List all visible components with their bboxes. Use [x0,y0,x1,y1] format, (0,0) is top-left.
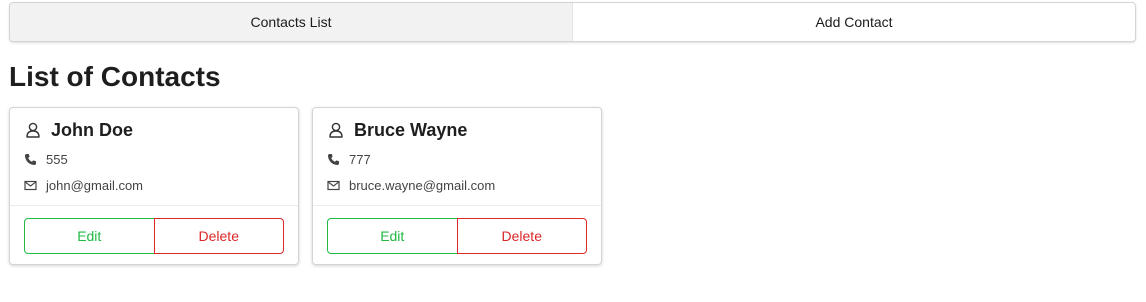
email-row: john@gmail.com [24,175,284,195]
phone-icon [24,153,37,166]
envelope-icon [24,179,37,192]
user-icon [327,121,345,139]
email-row: bruce.wayne@gmail.com [327,175,587,195]
page: Contacts List Add Contact List of Contac… [0,0,1146,302]
user-icon [24,121,42,139]
delete-button[interactable]: Delete [456,218,587,254]
contact-name: Bruce Wayne [354,119,468,140]
contact-phone: 555 [46,151,68,167]
tab-add-contact[interactable]: Add Contact [573,3,1135,41]
phone-row: 555 [24,149,284,169]
page-title: List of Contacts [9,61,221,92]
phone-icon [327,153,340,166]
delete-button[interactable]: Delete [153,218,284,254]
contact-phone: 777 [349,151,371,167]
contact-card-list: John Doe 555 john@gmail.com Edit Delete … [9,107,602,265]
card-content: Bruce Wayne 777 bruce.wayne@gmail.com [313,108,601,206]
contact-card: John Doe 555 john@gmail.com Edit Delete [9,107,299,265]
contact-card: Bruce Wayne 777 bruce.wayne@gmail.com Ed… [312,107,602,265]
contact-name: John Doe [51,119,134,140]
card-actions: Edit Delete [10,206,298,254]
phone-row: 777 [327,149,587,169]
edit-button[interactable]: Edit [327,218,458,254]
card-header: Bruce Wayne [327,119,587,141]
envelope-icon [327,179,340,192]
card-header: John Doe [24,119,284,141]
tab-contacts-list[interactable]: Contacts List [10,3,573,41]
edit-button[interactable]: Edit [24,218,155,254]
card-actions: Edit Delete [313,206,601,254]
tab-menu: Contacts List Add Contact [9,2,1136,42]
contact-email: john@gmail.com [46,177,144,193]
card-content: John Doe 555 john@gmail.com [10,108,298,206]
contact-email: bruce.wayne@gmail.com [349,177,496,193]
